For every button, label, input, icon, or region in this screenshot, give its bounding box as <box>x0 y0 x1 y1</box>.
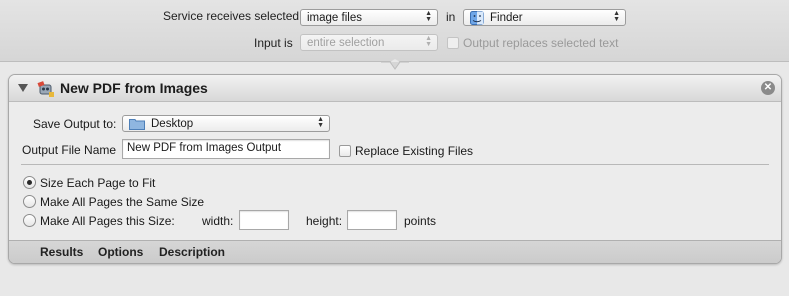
replace-existing-checkbox[interactable] <box>339 145 351 157</box>
receives-label: Service receives selected <box>163 9 300 23</box>
height-field[interactable] <box>347 210 397 230</box>
replaces-text-checkbox[interactable] <box>447 37 459 49</box>
replaces-text-label: Output replaces selected text <box>463 36 619 50</box>
application-popup[interactable]: Finder ▲ ▼ <box>463 9 626 26</box>
section-divider <box>21 164 769 165</box>
in-label: in <box>446 10 456 24</box>
action-panel: New PDF from Images ✕ Save Output to: De… <box>8 74 782 264</box>
popup-arrows-icon: ▲ ▼ <box>425 35 432 48</box>
input-is-popup[interactable]: entire selection ▲ ▼ <box>300 34 438 51</box>
action-header: New PDF from Images ✕ <box>9 75 781 102</box>
option-label: Size Each Page to Fit <box>40 176 156 190</box>
units-label: points <box>404 214 437 228</box>
radio-same-size[interactable] <box>23 195 36 208</box>
connector-notch <box>381 59 409 75</box>
input-is-value: entire selection <box>307 36 385 49</box>
radio-size-each-page[interactable] <box>23 176 36 189</box>
option-label: Make All Pages the Same Size <box>40 195 205 209</box>
radio-this-size[interactable] <box>23 214 36 227</box>
automator-robot-icon <box>37 81 54 97</box>
popup-arrows-icon: ▲ ▼ <box>425 10 432 23</box>
action-title: New PDF from Images <box>60 80 208 96</box>
save-output-popup[interactable]: Desktop ▲ ▼ <box>122 115 330 132</box>
width-label: width: <box>202 214 234 228</box>
tab-description[interactable]: Description <box>159 245 225 259</box>
tab-options[interactable]: Options <box>98 245 143 259</box>
folder-icon <box>129 118 145 130</box>
file-name-label: Output File Name <box>22 143 117 157</box>
input-is-label: Input is <box>254 36 293 50</box>
popup-arrows-icon: ▲ ▼ <box>613 10 620 23</box>
popup-arrows-icon: ▲ ▼ <box>317 116 324 129</box>
option-label: Make All Pages this Size: <box>40 214 175 228</box>
close-icon[interactable]: ✕ <box>761 81 775 95</box>
height-label: height: <box>306 214 343 228</box>
file-name-field[interactable]: New PDF from Images Output <box>122 139 330 159</box>
service-header: Service receives selected image files ▲ ▼… <box>0 0 789 62</box>
application-value: Finder <box>490 11 523 24</box>
tab-results[interactable]: Results <box>40 245 83 259</box>
replace-existing-label: Replace Existing Files <box>355 144 474 158</box>
save-output-label: Save Output to: <box>33 117 117 131</box>
disclosure-triangle-icon[interactable] <box>18 84 28 92</box>
width-field[interactable] <box>239 210 289 230</box>
save-output-value: Desktop <box>151 117 194 130</box>
finder-icon <box>470 10 484 25</box>
input-type-value: image files <box>307 11 362 24</box>
action-footer: Results Options Description <box>9 240 781 263</box>
input-type-popup[interactable]: image files ▲ ▼ <box>300 9 438 26</box>
